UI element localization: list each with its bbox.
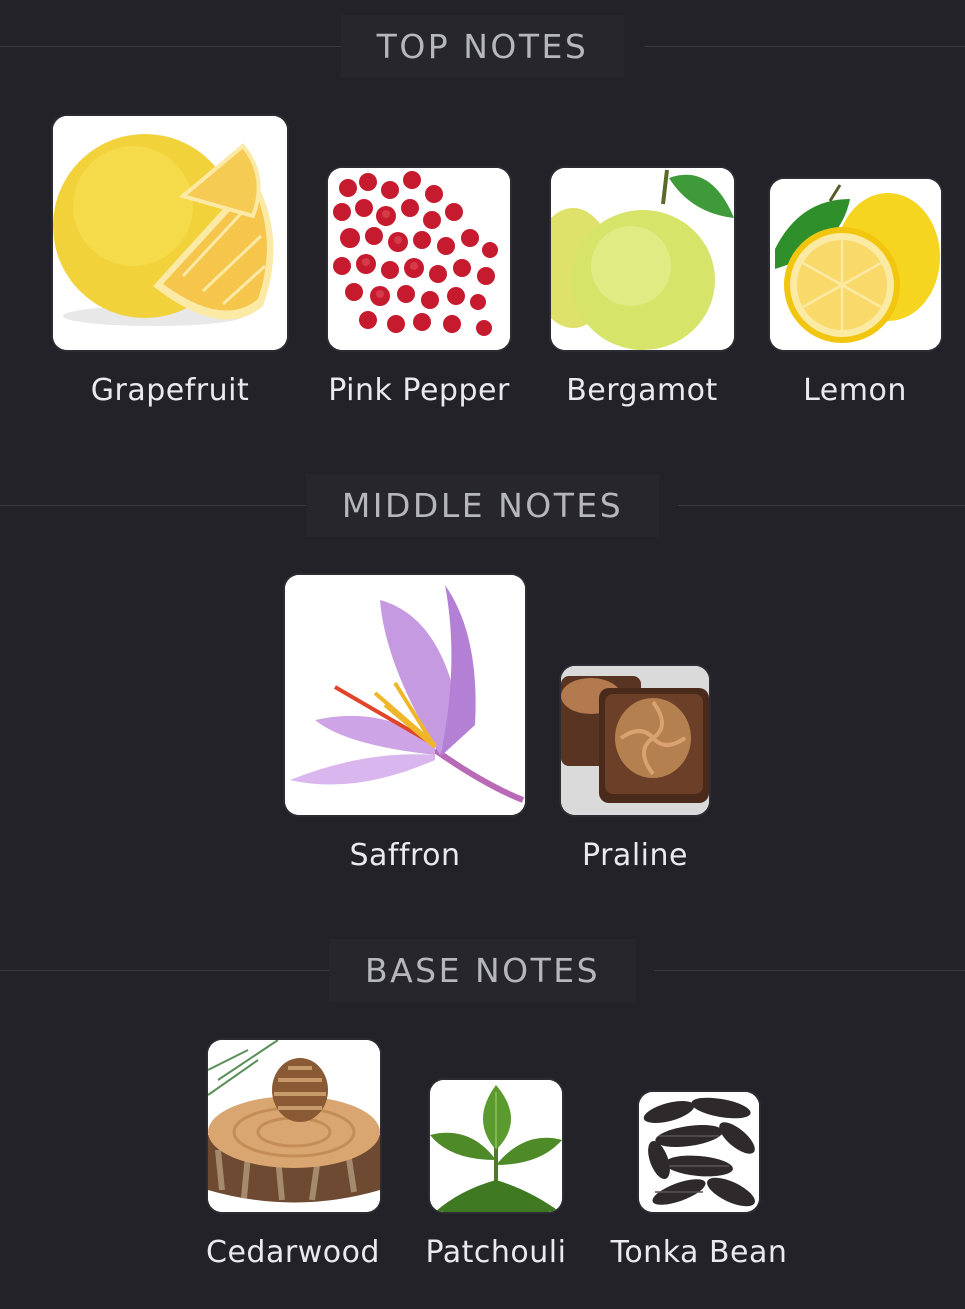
note-tile-cedarwood[interactable] bbox=[208, 1040, 380, 1212]
note-label: Lemon bbox=[803, 373, 907, 408]
pink-pepper-icon bbox=[328, 168, 510, 350]
note-label: Saffron bbox=[349, 838, 461, 873]
note-label: Pink Pepper bbox=[328, 373, 510, 408]
note-tile-bergamot[interactable] bbox=[551, 168, 734, 350]
grapefruit-icon bbox=[53, 116, 287, 350]
middle-notes-header: MIDDLE NOTES bbox=[0, 470, 965, 540]
saffron-icon bbox=[285, 575, 525, 815]
note-tile-praline[interactable] bbox=[561, 666, 709, 815]
lemon-icon bbox=[770, 179, 941, 350]
praline-icon bbox=[561, 666, 709, 815]
note-label: Praline bbox=[582, 838, 688, 873]
tonka-bean-icon bbox=[639, 1092, 759, 1212]
note-label: Grapefruit bbox=[90, 373, 250, 408]
note-label: Bergamot bbox=[566, 373, 718, 408]
note-tile-patchouli[interactable] bbox=[430, 1080, 562, 1212]
patchouli-icon bbox=[430, 1080, 562, 1212]
note-label: Patchouli bbox=[425, 1235, 567, 1270]
note-tile-saffron[interactable] bbox=[285, 575, 525, 815]
top-notes-header: TOP NOTES bbox=[0, 11, 965, 81]
base-notes-header: BASE NOTES bbox=[0, 935, 965, 1005]
section-title-base: BASE NOTES bbox=[328, 938, 637, 1002]
section-title-top: TOP NOTES bbox=[340, 14, 625, 78]
note-tile-grapefruit[interactable] bbox=[53, 116, 287, 350]
note-label: Tonka Bean bbox=[610, 1235, 788, 1270]
cedarwood-icon bbox=[208, 1040, 380, 1212]
note-tile-pink-pepper[interactable] bbox=[328, 168, 510, 350]
note-tile-tonka-bean[interactable] bbox=[639, 1092, 759, 1212]
note-label: Cedarwood bbox=[206, 1235, 380, 1270]
bergamot-icon bbox=[551, 168, 734, 350]
note-tile-lemon[interactable] bbox=[770, 179, 941, 350]
section-title-middle: MIDDLE NOTES bbox=[305, 473, 660, 537]
